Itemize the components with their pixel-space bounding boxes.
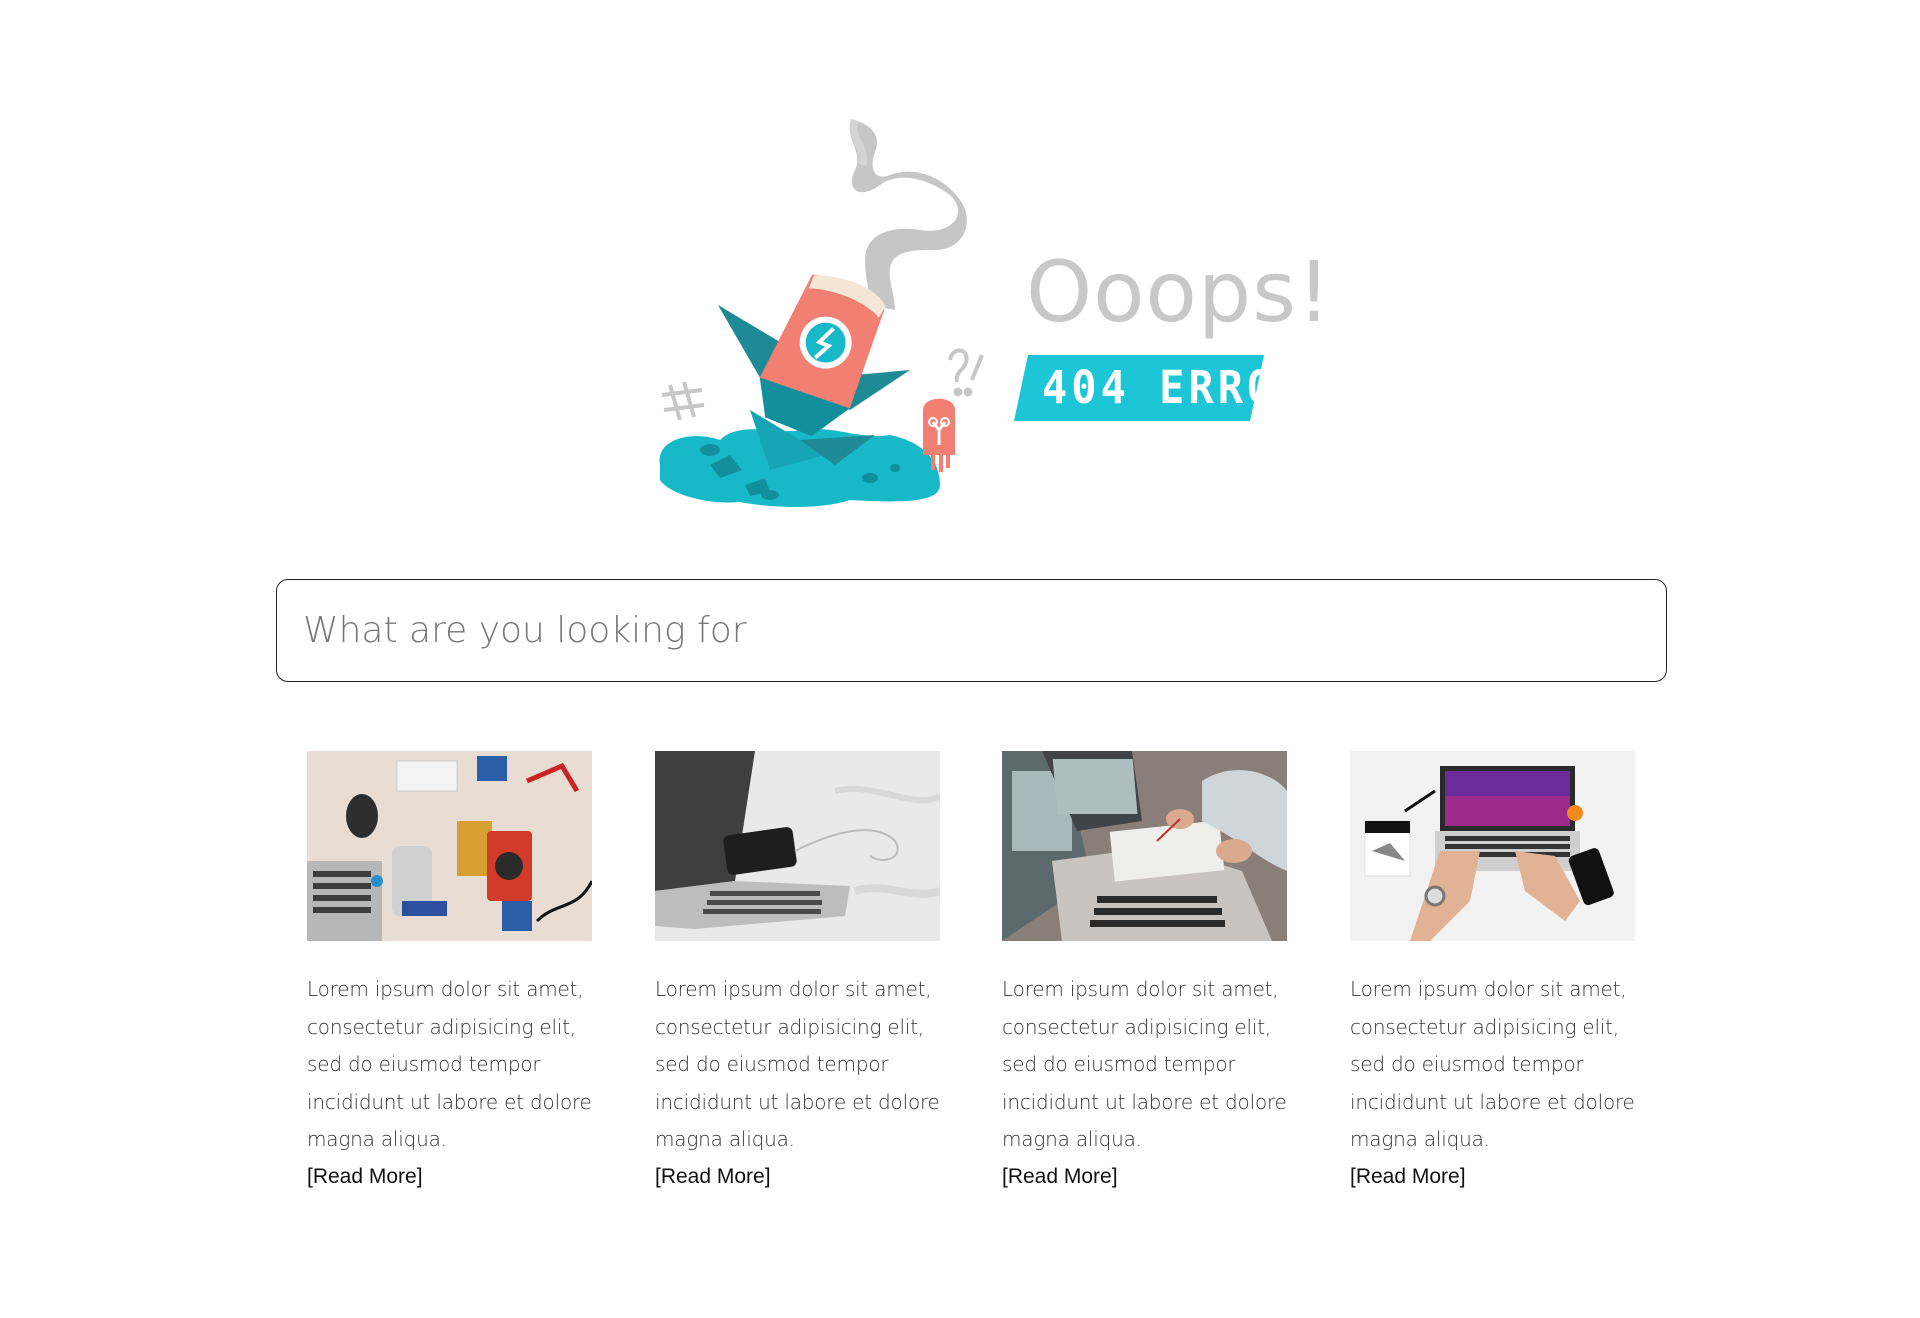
laptop-on-bed-photo[interactable] [655, 751, 940, 941]
hero-404: Ooops! 404 ERROR [650, 110, 1331, 510]
hash-icon [661, 381, 705, 421]
read-more-link[interactable]: [Read More] [1350, 1159, 1466, 1195]
card-text: Lorem ipsum dolor sit amet, consectetur … [655, 977, 940, 1151]
card-text: Lorem ipsum dolor sit amet, consectetur … [1350, 977, 1635, 1151]
article-card: Lorem ipsum dolor sit amet, consectetur … [1350, 751, 1635, 1195]
article-card: Lorem ipsum dolor sit amet, consectetur … [655, 751, 940, 1195]
error-page: Ooops! 404 ERROR What are you looking fo… [0, 0, 1920, 1318]
question-exclaim-icon [948, 348, 984, 397]
read-more-link[interactable]: [Read More] [655, 1159, 771, 1195]
electronics-desk-photo[interactable] [307, 751, 592, 941]
headline-ooops: Ooops! [1026, 243, 1332, 341]
read-more-link[interactable]: [Read More] [307, 1159, 423, 1195]
search-box [276, 579, 1667, 682]
hands-typing-laptop-photo[interactable] [1350, 751, 1635, 941]
people-working-laptops-photo[interactable] [1002, 751, 1287, 941]
article-card: Lorem ipsum dolor sit amet, consectetur … [1002, 751, 1287, 1195]
smoke-icon [849, 118, 967, 310]
article-card: Lorem ipsum dolor sit amet, consectetur … [307, 751, 592, 1195]
error-code-label: 404 ERROR [1042, 361, 1306, 414]
read-more-link[interactable]: [Read More] [1002, 1159, 1118, 1195]
card-text: Lorem ipsum dolor sit amet, consectetur … [307, 977, 592, 1151]
search-input[interactable] [277, 580, 1666, 681]
rocket-crash-illustration [659, 118, 984, 507]
article-cards: Lorem ipsum dolor sit amet, consectetur … [307, 751, 1637, 1191]
card-text: Lorem ipsum dolor sit amet, consectetur … [1002, 977, 1287, 1151]
